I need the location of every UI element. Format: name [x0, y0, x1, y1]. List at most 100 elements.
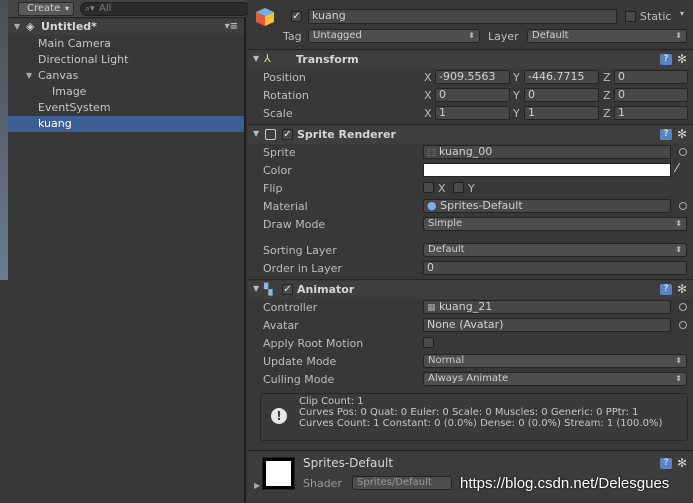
- fold-arrow-icon[interactable]: ▼: [14, 19, 20, 35]
- active-checkbox[interactable]: ✓: [291, 11, 302, 22]
- rotation-x-field[interactable]: 0: [435, 88, 510, 102]
- gear-icon[interactable]: ✻: [677, 283, 687, 295]
- help-icon[interactable]: ?: [660, 284, 672, 295]
- axis-x-label[interactable]: X: [424, 89, 432, 102]
- fold-arrow-icon[interactable]: ▼: [253, 129, 259, 138]
- axis-x-label[interactable]: X: [424, 71, 432, 84]
- axis-x-label[interactable]: X: [424, 107, 432, 120]
- culling-mode-dropdown[interactable]: Always Animate ⬍: [423, 372, 687, 386]
- object-picker-icon[interactable]: [679, 148, 687, 156]
- help-icon[interactable]: ?: [660, 458, 672, 469]
- apply-root-motion-checkbox[interactable]: [423, 337, 434, 348]
- tree-item-kuang[interactable]: kuang: [8, 116, 244, 132]
- color-swatch[interactable]: [423, 163, 671, 177]
- gear-icon[interactable]: ✻: [677, 457, 687, 469]
- culling-mode-value: Always Animate: [428, 373, 509, 384]
- gameobject-cube-icon: [254, 6, 276, 28]
- axis-y-label[interactable]: Y: [513, 89, 520, 102]
- hierarchy-search-input[interactable]: ⌕▾ All: [80, 2, 250, 16]
- sprite-renderer-title: Sprite Renderer: [297, 128, 396, 141]
- position-y-field[interactable]: -446.7715: [524, 70, 599, 84]
- tree-item-main-camera[interactable]: Main Camera: [8, 36, 244, 52]
- gear-icon[interactable]: ✻: [677, 53, 687, 65]
- clip-count-text: Clip Count: 1: [299, 396, 364, 407]
- transform-title: Transform: [296, 53, 359, 66]
- tree-item-label: EventSystem: [38, 101, 111, 114]
- axis-z-label[interactable]: Z: [603, 71, 611, 84]
- create-label: Create: [27, 3, 61, 14]
- culling-mode-label: Culling Mode: [263, 373, 335, 386]
- fold-arrow-icon[interactable]: ▼: [253, 54, 259, 63]
- watermark-text: https://blog.csdn.net/Delesgues: [460, 475, 670, 492]
- avatar-object-field[interactable]: None (Avatar): [423, 318, 671, 332]
- static-checkbox[interactable]: [625, 11, 636, 22]
- position-z-value: 0: [618, 70, 625, 83]
- divider: [248, 279, 693, 280]
- info-icon: !: [271, 408, 287, 424]
- curves-count-text: Curves Count: 1 Constant: 0 (0.0%) Dense…: [299, 418, 663, 429]
- position-z-field[interactable]: 0: [614, 70, 688, 84]
- help-icon[interactable]: ?: [660, 129, 672, 140]
- scene-row[interactable]: ▼ ◈ Untitled* ▾≡: [8, 19, 244, 35]
- draw-mode-value: Simple: [428, 218, 463, 229]
- material-preview: [262, 457, 295, 490]
- position-x-field[interactable]: -909.5563: [435, 70, 510, 84]
- controller-object-field[interactable]: ▦ kuang_21: [423, 300, 671, 314]
- material-preview-swatch: [266, 461, 291, 486]
- fold-arrow-icon[interactable]: ▼: [26, 68, 32, 84]
- tag-dropdown[interactable]: Untagged ⬍: [308, 29, 480, 43]
- scene-menu-icon[interactable]: ▾≡: [225, 19, 238, 35]
- tree-item-eventsystem[interactable]: EventSystem: [8, 100, 244, 116]
- search-placeholder: All: [99, 3, 112, 14]
- transform-header[interactable]: ▼ ⅄ Transform ? ✻: [248, 51, 693, 69]
- shader-dropdown[interactable]: Sprites/Default: [352, 476, 452, 490]
- tree-item-canvas[interactable]: ▼ Canvas: [8, 68, 244, 84]
- sprite-object-field[interactable]: ⬚ kuang_00: [423, 145, 671, 159]
- scale-y-field[interactable]: 1: [524, 106, 599, 120]
- tree-item-image[interactable]: Image: [8, 84, 244, 100]
- unity-scene-icon: ◈: [26, 20, 35, 33]
- object-picker-icon[interactable]: [679, 321, 687, 329]
- order-in-layer-field[interactable]: 0: [423, 261, 687, 275]
- sprite-renderer-header[interactable]: ▼ ✓ Sprite Renderer ? ✻: [248, 126, 693, 144]
- axis-y-label[interactable]: Y: [513, 107, 520, 120]
- flip-x-checkbox[interactable]: [423, 182, 434, 193]
- updown-icon: ⬍: [675, 356, 682, 365]
- scale-z-field[interactable]: 1: [614, 106, 688, 120]
- update-mode-dropdown[interactable]: Normal ⬍: [423, 354, 687, 368]
- object-picker-icon[interactable]: [679, 303, 687, 311]
- axis-z-label[interactable]: Z: [603, 89, 611, 102]
- rotation-y-field[interactable]: 0: [524, 88, 599, 102]
- scale-x-field[interactable]: 1: [435, 106, 510, 120]
- flip-y-checkbox[interactable]: [453, 182, 464, 193]
- eyedropper-icon[interactable]: ⁄: [676, 161, 678, 175]
- layer-dropdown[interactable]: Default ⬍: [527, 29, 687, 43]
- material-object-field[interactable]: ● Sprites-Default: [423, 199, 671, 213]
- chevron-down-icon: ▾: [64, 4, 69, 13]
- search-icon: ⌕▾: [85, 4, 95, 14]
- sorting-layer-dropdown[interactable]: Default ⬍: [423, 243, 687, 257]
- fold-arrow-icon[interactable]: ▶: [254, 481, 260, 490]
- gear-icon[interactable]: ✻: [677, 128, 687, 140]
- inspector-panel: ✓ kuang Static ▾ Tag Untagged ⬍ Layer De…: [248, 0, 693, 503]
- object-name-field[interactable]: kuang: [308, 9, 617, 24]
- tree-item-directional-light[interactable]: Directional Light: [8, 52, 244, 68]
- animator-enabled-checkbox[interactable]: ✓: [282, 284, 293, 295]
- color-label: Color: [263, 164, 292, 177]
- axis-z-label[interactable]: Z: [603, 107, 611, 120]
- animator-header[interactable]: ▼ ▚ ✓ Animator ? ✻: [248, 281, 693, 299]
- rotation-z-field[interactable]: 0: [614, 88, 688, 102]
- create-button[interactable]: Create ▾: [18, 2, 74, 16]
- axis-y-label[interactable]: Y: [513, 71, 520, 84]
- static-dropdown-icon[interactable]: ▾: [680, 9, 684, 18]
- hierarchy-panel: Create ▾ ⌕▾ All ▼ ◈ Untitled* ▾≡ Main Ca…: [0, 0, 250, 503]
- fold-arrow-icon[interactable]: ▼: [253, 284, 259, 293]
- scale-x-value: 1: [439, 106, 446, 119]
- rotation-z-value: 0: [618, 88, 625, 101]
- tree-item-label: Canvas: [38, 69, 79, 82]
- draw-mode-dropdown[interactable]: Simple ⬍: [423, 217, 687, 231]
- help-icon[interactable]: ?: [660, 54, 672, 65]
- sprite-renderer-enabled-checkbox[interactable]: ✓: [282, 129, 293, 140]
- object-picker-icon[interactable]: [679, 202, 687, 210]
- updown-icon: ⬍: [675, 374, 682, 383]
